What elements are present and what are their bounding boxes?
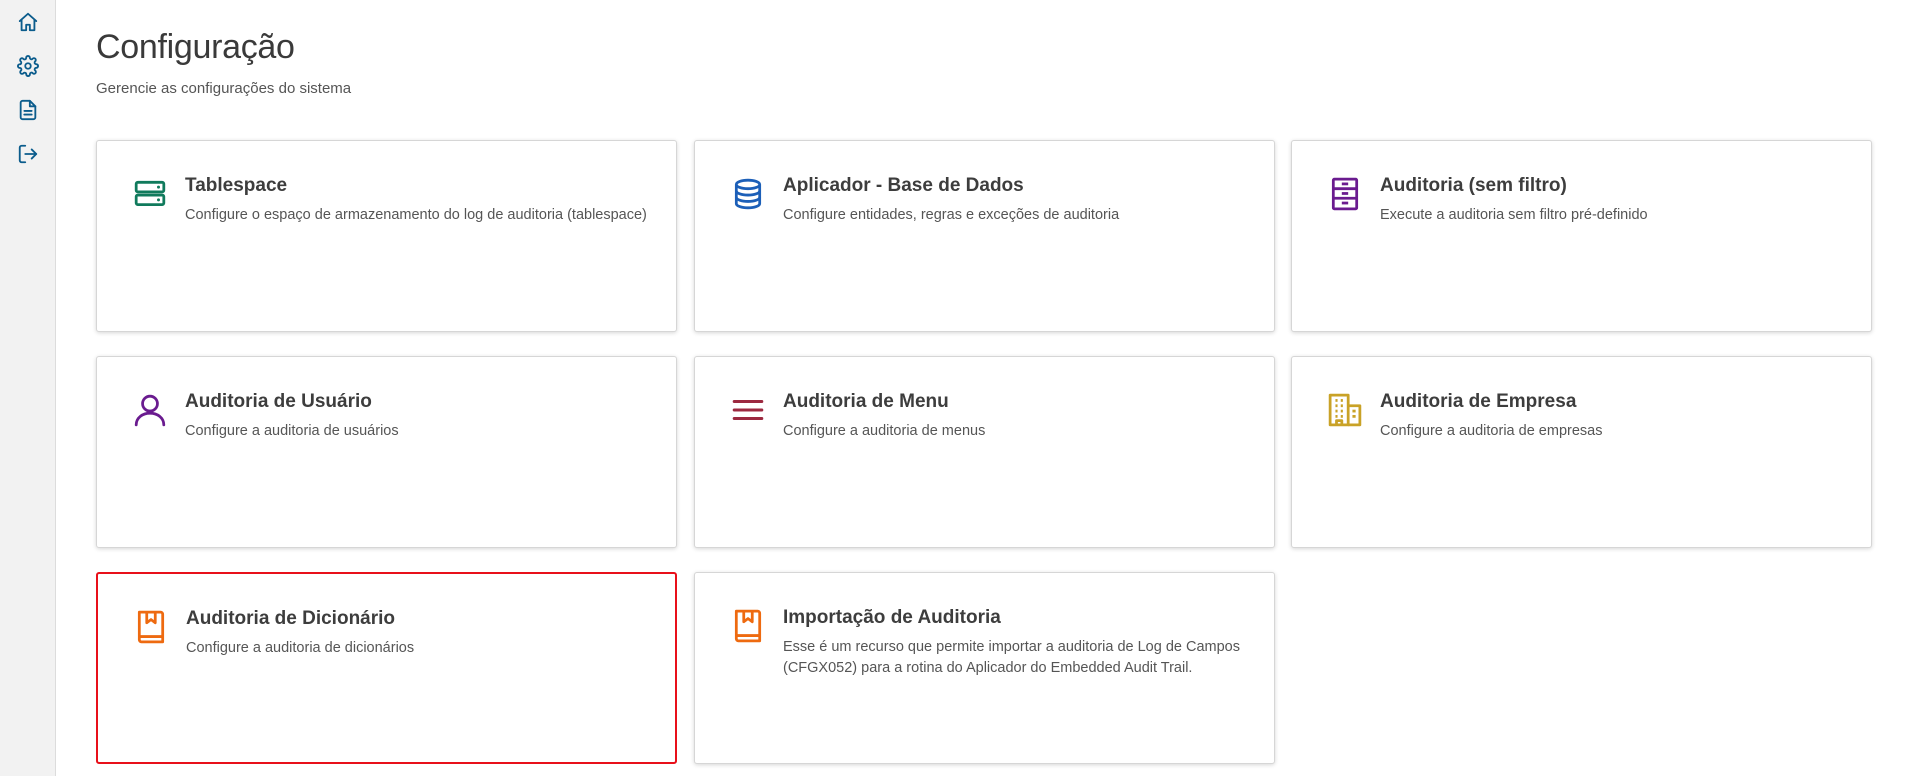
- server-icon: [133, 177, 167, 211]
- card-title: Aplicador - Base de Dados: [783, 175, 1024, 196]
- card-importacao-de-auditoria[interactable]: Importação de Auditoria Esse é um recurs…: [694, 572, 1275, 764]
- sidebar-item-settings[interactable]: [14, 52, 42, 80]
- card-description: Configure a auditoria de dicionários: [186, 640, 415, 656]
- file-cabinet-icon: [1328, 177, 1362, 211]
- book-icon: [134, 610, 168, 644]
- main-content: Configuração Gerencie as configurações d…: [96, 0, 1914, 776]
- card-auditoria-de-dicionario[interactable]: Auditoria de Dicionário Configure a audi…: [96, 572, 677, 764]
- page-subtitle: Gerencie as configurações do sistema: [96, 80, 352, 97]
- card-description: Configure a auditoria de menus: [783, 423, 986, 439]
- card-title: Auditoria de Dicionário: [186, 608, 396, 629]
- card-auditoria-sem-filtro[interactable]: Auditoria (sem filtro) Execute a auditor…: [1291, 140, 1872, 332]
- book-icon: [731, 609, 765, 643]
- card-aplicador-base-de-dados[interactable]: Aplicador - Base de Dados Configure enti…: [694, 140, 1275, 332]
- card-auditoria-de-menu[interactable]: Auditoria de Menu Configure a auditoria …: [694, 356, 1275, 548]
- card-description: Configure a auditoria de usuários: [185, 423, 399, 439]
- logout-icon: [18, 144, 38, 164]
- card-title: Auditoria de Usuário: [185, 391, 372, 412]
- sidebar-item-logout[interactable]: [14, 140, 42, 168]
- sidebar-item-documents[interactable]: [14, 96, 42, 124]
- card-title: Auditoria (sem filtro): [1380, 175, 1567, 196]
- card-title: Tablespace: [185, 175, 288, 196]
- database-icon: [731, 177, 765, 211]
- menu-icon: [731, 393, 765, 427]
- sidebar-item-home[interactable]: [14, 8, 42, 36]
- gear-icon: [17, 55, 39, 77]
- document-icon: [19, 99, 37, 121]
- card-description: Execute a auditoria sem filtro pré-defin…: [1380, 207, 1648, 223]
- home-icon: [18, 12, 38, 32]
- card-tablespace[interactable]: Tablespace Configure o espaço de armazen…: [96, 140, 677, 332]
- card-description: Configure entidades, regras e exceções d…: [783, 207, 1120, 223]
- card-auditoria-de-usuario[interactable]: Auditoria de Usuário Configure a auditor…: [96, 356, 677, 548]
- sidebar: [0, 0, 56, 776]
- card-description: Configure o espaço de armazenamento do l…: [185, 207, 647, 223]
- card-description: Configure a auditoria de empresas: [1380, 423, 1603, 439]
- card-title: Auditoria de Menu: [783, 391, 949, 412]
- user-icon: [133, 393, 167, 427]
- card-title: Importação de Auditoria: [783, 607, 1001, 628]
- card-description: Esse é um recurso que permite importar a…: [783, 639, 1240, 676]
- card-auditoria-de-empresa[interactable]: Auditoria de Empresa Configure a auditor…: [1291, 356, 1872, 548]
- card-title: Auditoria de Empresa: [1380, 391, 1577, 412]
- building-icon: [1328, 393, 1362, 427]
- page-title: Configuração: [96, 28, 295, 66]
